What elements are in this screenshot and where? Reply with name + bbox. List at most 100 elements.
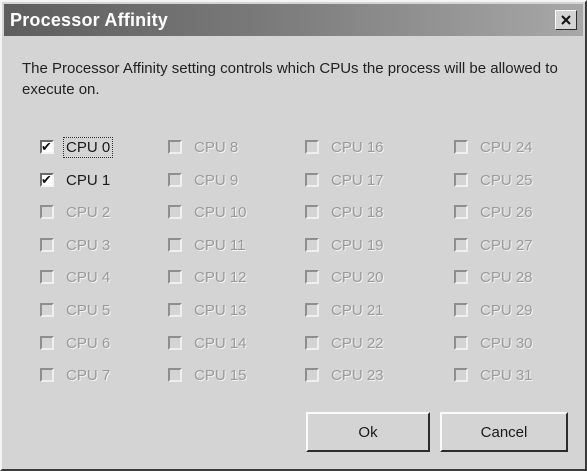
cancel-button[interactable]: Cancel [440,412,568,452]
cpu-checkbox-5: CPU 5 [40,299,112,321]
cpu-checkbox-24: CPU 24 [454,136,535,158]
checkbox-box [168,205,182,219]
cpu-label: CPU 12 [194,268,247,286]
cpu-checkbox-30: CPU 30 [454,332,535,354]
checkbox-box [454,336,468,350]
cpu-checkbox-21: CPU 21 [305,299,386,321]
checkbox-box [454,238,468,252]
cpu-label: CPU 18 [331,203,384,221]
checkbox-box [168,368,182,382]
cpu-checkbox-grid: ✔ CPU 0 ✔ CPU 1 CPU 2 CPU 3 CPU 4 CPU 5 CPU 6 CPU… [2,2,585,469]
checkbox-box[interactable]: ✔ [40,140,54,154]
checkbox-box [454,303,468,317]
cpu-label: CPU 1 [66,171,111,189]
cpu-checkbox-29: CPU 29 [454,299,535,321]
cpu-label: CPU 13 [194,301,247,319]
checkmark-icon: ✔ [41,172,52,187]
cpu-checkbox-25: CPU 25 [454,169,535,191]
checkbox-box [305,368,319,382]
checkbox-box[interactable]: ✔ [40,173,54,187]
checkbox-box [168,238,182,252]
checkbox-box [40,368,54,382]
cpu-label: CPU 29 [480,301,533,319]
checkbox-box [454,368,468,382]
cpu-label: CPU 7 [66,366,111,384]
checkbox-box [40,205,54,219]
cpu-label: CPU 10 [194,203,247,221]
cpu-checkbox-4: CPU 4 [40,266,112,288]
checkbox-box [305,238,319,252]
cpu-checkbox-17: CPU 17 [305,169,386,191]
cpu-checkbox-31: CPU 31 [454,364,535,386]
cpu-label: CPU 5 [66,301,111,319]
cpu-label: CPU 22 [331,334,384,352]
cpu-label: CPU 21 [331,301,384,319]
cpu-checkbox-0[interactable]: ✔ CPU 0 [40,136,114,158]
cpu-label: CPU 6 [66,334,111,352]
checkbox-box [305,303,319,317]
cpu-label: CPU 14 [194,334,247,352]
cpu-checkbox-1[interactable]: ✔ CPU 1 [40,169,112,191]
checkbox-box [168,303,182,317]
cpu-label: CPU 16 [331,138,384,156]
cpu-checkbox-6: CPU 6 [40,332,112,354]
cpu-checkbox-27: CPU 27 [454,234,535,256]
cpu-checkbox-15: CPU 15 [168,364,249,386]
cpu-label: CPU 15 [194,366,247,384]
cpu-label: CPU 17 [331,171,384,189]
ok-button[interactable]: Ok [306,412,430,452]
cpu-checkbox-22: CPU 22 [305,332,386,354]
cpu-label: CPU 19 [331,236,384,254]
cpu-checkbox-10: CPU 10 [168,201,249,223]
cpu-label: CPU 27 [480,236,533,254]
cpu-checkbox-9: CPU 9 [168,169,240,191]
cpu-label: CPU 26 [480,203,533,221]
checkbox-box [454,270,468,284]
checkbox-box [454,205,468,219]
cpu-label: CPU 25 [480,171,533,189]
cpu-label: CPU 9 [194,171,239,189]
checkbox-box [168,173,182,187]
cpu-checkbox-2: CPU 2 [40,201,112,223]
checkbox-box [305,140,319,154]
cpu-label: CPU 11 [194,236,246,254]
checkbox-box [168,270,182,284]
checkbox-box [454,173,468,187]
checkbox-box [168,140,182,154]
cpu-checkbox-7: CPU 7 [40,364,112,386]
cpu-checkbox-12: CPU 12 [168,266,249,288]
cpu-checkbox-8: CPU 8 [168,136,240,158]
checkbox-box [168,336,182,350]
checkbox-box [40,238,54,252]
cpu-label: CPU 0 [62,136,114,158]
cpu-label: CPU 2 [66,203,111,221]
cpu-label: CPU 28 [480,268,533,286]
cpu-checkbox-19: CPU 19 [305,234,386,256]
cpu-label: CPU 30 [480,334,533,352]
cpu-checkbox-28: CPU 28 [454,266,535,288]
cpu-label: CPU 3 [66,236,111,254]
checkbox-box [40,336,54,350]
checkbox-box [40,270,54,284]
cpu-label: CPU 4 [66,268,111,286]
cpu-checkbox-14: CPU 14 [168,332,249,354]
cpu-label: CPU 23 [331,366,384,384]
cpu-checkbox-18: CPU 18 [305,201,386,223]
checkbox-box [305,173,319,187]
checkbox-box [305,336,319,350]
cpu-checkbox-3: CPU 3 [40,234,112,256]
cpu-checkbox-11: CPU 11 [168,234,247,256]
checkmark-icon: ✔ [41,139,52,154]
cpu-label: CPU 24 [480,138,533,156]
checkbox-box [40,303,54,317]
cpu-checkbox-20: CPU 20 [305,266,386,288]
cpu-label: CPU 8 [194,138,239,156]
cpu-checkbox-26: CPU 26 [454,201,535,223]
cpu-checkbox-16: CPU 16 [305,136,386,158]
cpu-checkbox-13: CPU 13 [168,299,249,321]
processor-affinity-dialog: Processor Affinity The Processor Affinit… [0,0,587,471]
cpu-checkbox-23: CPU 23 [305,364,386,386]
checkbox-box [454,140,468,154]
checkbox-box [305,205,319,219]
cpu-label: CPU 20 [331,268,384,286]
